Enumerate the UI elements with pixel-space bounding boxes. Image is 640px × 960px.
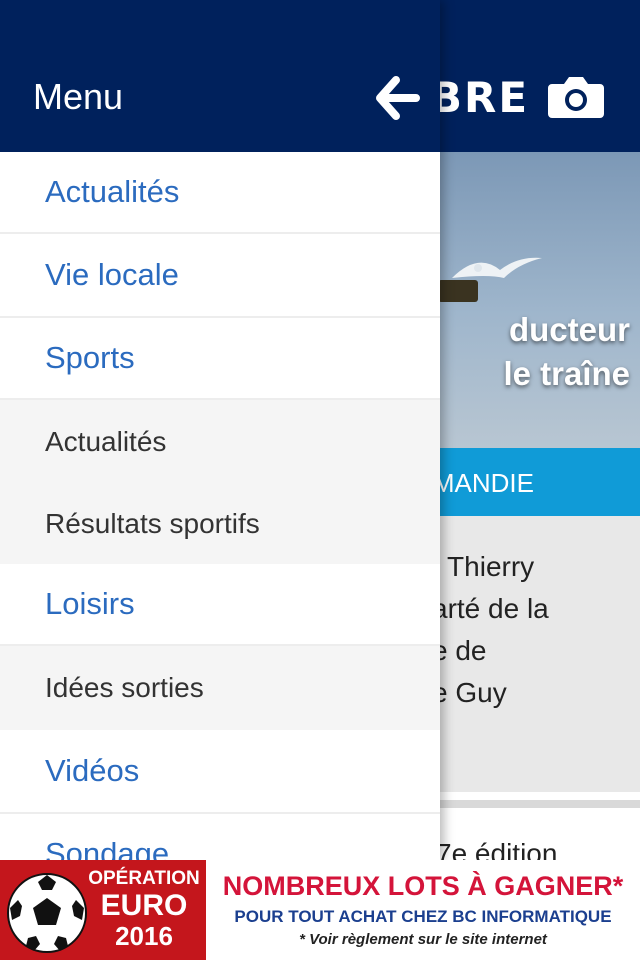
menu-item-vie-locale[interactable]: Vie locale [0,234,440,318]
ad-headline: NOMBREUX LOTS À GAGNER* [222,871,624,901]
ad-subline: POUR TOUT ACHAT CHEZ BC INFORMATIQUE [234,907,612,926]
menu-item-label: Vie locale [45,257,179,292]
ad-operation-title: OPÉRATION EURO 2016 [82,868,206,950]
menu-list: Actualités Vie locale Sports Actualités … [0,152,440,860]
region-label: MANDIE [432,468,534,498]
menu-item-label: Loisirs [45,586,135,621]
ad-note: * Voir règlement sur le site internet [299,931,547,948]
article-headline-line: e de [432,635,487,666]
menu-item-sports[interactable]: Sports [0,318,440,400]
article-headline: : Thierry arté de la e de e Guy [432,546,640,714]
hero-lamp [438,280,478,302]
menu-item-sondage[interactable]: Sondage [0,814,440,860]
submenu-item-sports-actualites[interactable]: Actualités [0,400,440,484]
navigation-drawer: Menu Actualités Vie locale Sports Actual… [0,0,440,860]
ad-banner-left: OPÉRATION EURO 2016 [0,860,206,960]
back-arrow-icon[interactable] [376,76,420,120]
menu-item-label: Résultats sportifs [45,508,260,539]
menu-item-label: Sports [45,340,135,375]
drawer-title: Menu [33,76,124,117]
menu-item-actualites[interactable]: Actualités [0,152,440,234]
menu-item-label: Vidéos [45,753,140,788]
submenu-item-resultats-sportifs[interactable]: Résultats sportifs [0,484,440,564]
ad-banner-right: NOMBREUX LOTS À GAGNER* POUR TOUT ACHAT … [206,860,640,960]
ad-operation-line: OPÉRATION [88,868,200,889]
ad-operation-line: 2016 [115,921,173,951]
menu-item-label: Sondage [45,836,170,860]
menu-item-loisirs[interactable]: Loisirs [0,564,440,646]
submenu-item-idees-sorties[interactable]: Idées sorties [0,646,440,730]
camera-icon[interactable] [548,70,604,122]
menu-item-label: Actualités [45,426,167,457]
menu-item-label: Idées sorties [45,672,204,703]
menu-item-label: Actualités [45,174,180,209]
soccer-ball-icon [7,873,87,953]
article-headline-line: e Guy [432,677,507,708]
app-logo: BRE [430,73,530,122]
article-headline-line: arté de la [432,593,549,624]
ad-operation-line: EURO [100,889,188,922]
ad-banner[interactable]: OPÉRATION EURO 2016 NOMBREUX LOTS À GAGN… [0,860,640,960]
menu-item-videos[interactable]: Vidéos [0,730,440,814]
article-headline-line: : Thierry [432,551,535,582]
drawer-header: Menu [0,0,440,152]
